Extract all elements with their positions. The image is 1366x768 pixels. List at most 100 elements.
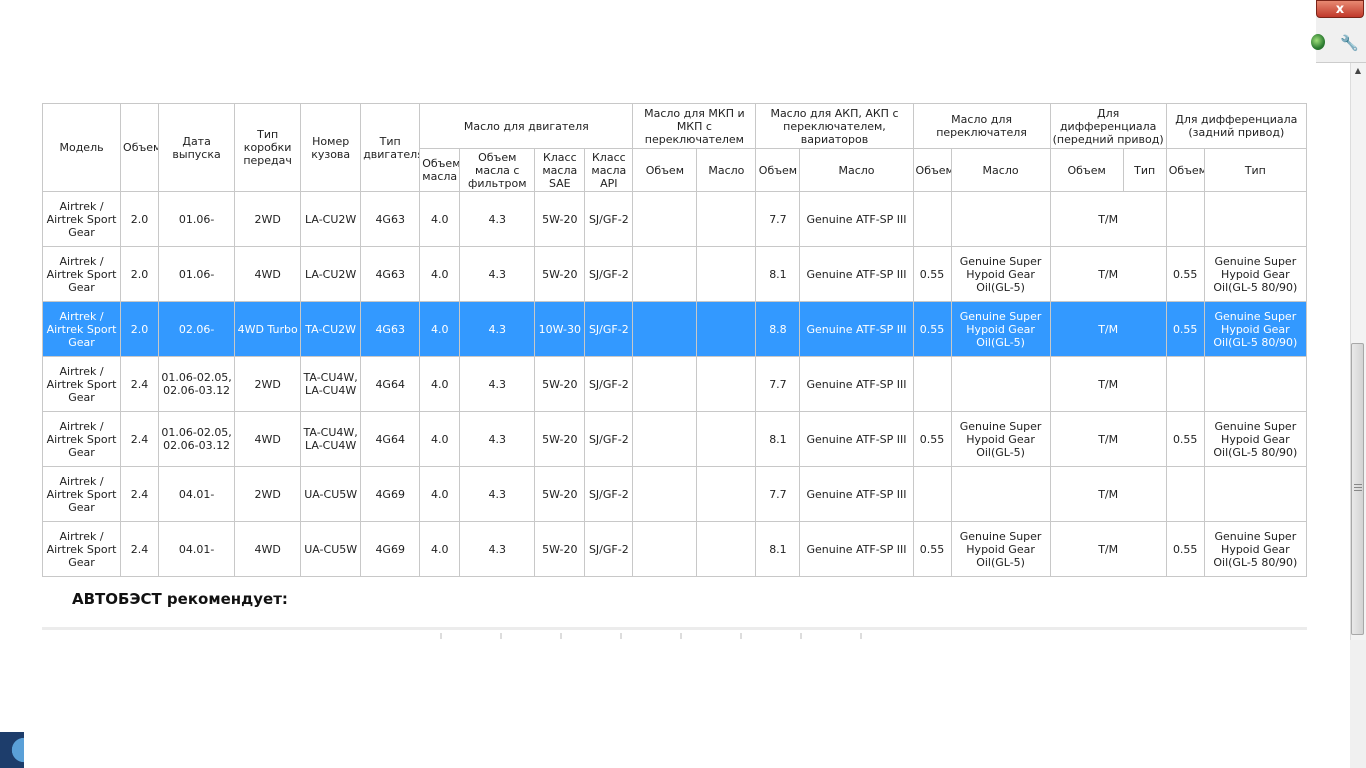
cell-rd-type: Genuine Super Hypoid Gear Oil(GL-5 80/90… bbox=[1203, 411, 1308, 467]
cell-tr-vol bbox=[912, 356, 952, 412]
cell-date: 02.06- bbox=[158, 301, 236, 357]
cell-date: 04.01- bbox=[158, 466, 236, 522]
header-body-number: Номер кузова bbox=[300, 103, 362, 192]
section-divider bbox=[42, 627, 1307, 630]
start-orb-icon[interactable] bbox=[0, 732, 24, 768]
cell-rd-vol: 0.55 bbox=[1165, 301, 1205, 357]
cell-tr-oil bbox=[950, 466, 1051, 522]
cell-at-vol: 7.7 bbox=[755, 466, 801, 522]
cell-eo-vol-f: 4.3 bbox=[459, 356, 536, 412]
cell-eo-vol-f: 4.3 bbox=[459, 191, 536, 247]
cell-model: Airtrek / Airtrek Sport Gear bbox=[41, 191, 122, 247]
header-rd-volume: Объем bbox=[1165, 148, 1205, 192]
header-rd-type: Тип bbox=[1203, 148, 1308, 192]
cell-api: SJ/GF-2 bbox=[584, 411, 634, 467]
cell-mt-oil bbox=[696, 521, 757, 577]
table-row[interactable]: Airtrek / Airtrek Sport Gear 2.0 01.06- 4WD… bbox=[41, 246, 1308, 302]
cell-mt-oil bbox=[696, 191, 757, 247]
cell-model: Airtrek / Airtrek Sport Gear bbox=[41, 301, 122, 357]
cell-fd: T/M bbox=[1049, 191, 1167, 247]
cell-model: Airtrek / Airtrek Sport Gear bbox=[41, 411, 122, 467]
cell-model: Airtrek / Airtrek Sport Gear bbox=[41, 466, 122, 522]
cell-engine: 4G64 bbox=[360, 411, 421, 467]
cell-tr-vol: 0.55 bbox=[912, 246, 952, 302]
cell-tr-vol: 0.55 bbox=[912, 411, 952, 467]
cell-vol: 2.0 bbox=[120, 191, 160, 247]
cell-body: TA-CU2W bbox=[300, 301, 362, 357]
cell-date: 01.06- bbox=[158, 246, 236, 302]
oil-specs-table: Модель Объем Дата выпуска Тип коробки пе… bbox=[41, 103, 1308, 577]
header-tr-volume: Объем bbox=[912, 148, 952, 192]
header-transfer-oil: Масло для переключателя bbox=[912, 103, 1051, 149]
cell-engine: 4G69 bbox=[360, 521, 421, 577]
cell-tr-oil: Genuine Super Hypoid Gear Oil(GL-5) bbox=[950, 246, 1051, 302]
header-eo-api: Класс масла API bbox=[584, 148, 634, 192]
header-eo-volume-filter: Объем масла с фильтром bbox=[459, 148, 536, 192]
cell-eo-vol-f: 4.3 bbox=[459, 246, 536, 302]
cell-mt-vol bbox=[632, 246, 698, 302]
cell-rd-type: Genuine Super Hypoid Gear Oil(GL-5 80/90… bbox=[1203, 521, 1308, 577]
cell-at-vol: 8.1 bbox=[755, 411, 801, 467]
cell-vol: 2.4 bbox=[120, 466, 160, 522]
scroll-up-arrow-icon[interactable]: ▲ bbox=[1350, 63, 1366, 79]
wrench-icon[interactable]: 🔧 bbox=[1340, 34, 1359, 52]
cell-eo-vol: 4.0 bbox=[419, 301, 461, 357]
table-row[interactable]: Airtrek / Airtrek Sport Gear 2.4 04.01- 4WD… bbox=[41, 521, 1308, 577]
cell-at-vol: 8.8 bbox=[755, 301, 801, 357]
cell-at-vol: 7.7 bbox=[755, 191, 801, 247]
header-fd-volume: Объем bbox=[1049, 148, 1124, 192]
cell-at-oil: Genuine ATF-SP III bbox=[799, 191, 914, 247]
cell-gear: 4WD bbox=[234, 246, 302, 302]
cell-fd: T/M bbox=[1049, 521, 1167, 577]
cell-eo-vol-f: 4.3 bbox=[459, 466, 536, 522]
table-row[interactable]: Airtrek / Airtrek Sport Gear 2.4 01.06-02.… bbox=[41, 356, 1308, 412]
cell-gear: 4WD bbox=[234, 521, 302, 577]
header-engine-oil: Масло для двигателя bbox=[419, 103, 634, 149]
cell-vol: 2.4 bbox=[120, 411, 160, 467]
cell-eo-vol: 4.0 bbox=[419, 356, 461, 412]
cell-rd-type bbox=[1203, 356, 1308, 412]
table-body: Airtrek / Airtrek Sport Gear 2.0 01.06- 2WD… bbox=[41, 191, 1308, 577]
cell-tr-oil: Genuine Super Hypoid Gear Oil(GL-5) bbox=[950, 521, 1051, 577]
cell-at-vol: 8.1 bbox=[755, 246, 801, 302]
table-row[interactable]: Airtrek / Airtrek Sport Gear 2.4 04.01- 2WD… bbox=[41, 466, 1308, 522]
cell-model: Airtrek / Airtrek Sport Gear bbox=[41, 246, 122, 302]
cell-sae: 5W-20 bbox=[534, 246, 586, 302]
cell-vol: 2.4 bbox=[120, 521, 160, 577]
cell-mt-oil bbox=[696, 246, 757, 302]
cell-gear: 2WD bbox=[234, 466, 302, 522]
cell-sae: 10W-30 bbox=[534, 301, 586, 357]
scrollbar-grip-icon bbox=[1354, 484, 1362, 493]
table-row[interactable]: Airtrek / Airtrek Sport Gear 2.4 01.06-02.… bbox=[41, 411, 1308, 467]
cell-at-vol: 7.7 bbox=[755, 356, 801, 412]
cell-rd-vol bbox=[1165, 356, 1205, 412]
cell-api: SJ/GF-2 bbox=[584, 246, 634, 302]
cell-eo-vol: 4.0 bbox=[419, 466, 461, 522]
cell-body: UA-CU5W bbox=[300, 521, 362, 577]
cell-body: UA-CU5W bbox=[300, 466, 362, 522]
cell-at-oil: Genuine ATF-SP III bbox=[799, 521, 914, 577]
header-fd-type: Тип bbox=[1122, 148, 1167, 192]
cell-vol: 2.0 bbox=[120, 246, 160, 302]
close-window-button[interactable]: x bbox=[1316, 0, 1364, 18]
cell-fd: T/M bbox=[1049, 466, 1167, 522]
scrollbar-bottom bbox=[1350, 640, 1366, 768]
cell-model: Airtrek / Airtrek Sport Gear bbox=[41, 356, 122, 412]
table-row[interactable]: Airtrek / Airtrek Sport Gear 2.0 02.06- 4WD… bbox=[41, 301, 1308, 357]
globe-icon[interactable] bbox=[1311, 34, 1325, 50]
cell-engine: 4G69 bbox=[360, 466, 421, 522]
cell-sae: 5W-20 bbox=[534, 411, 586, 467]
cell-mt-vol bbox=[632, 191, 698, 247]
header-gearbox-type: Тип коробки передач bbox=[234, 103, 302, 192]
recommend-heading: АВТОБЭСТ рекомендует: bbox=[72, 590, 288, 608]
cell-tr-oil: Genuine Super Hypoid Gear Oil(GL-5) bbox=[950, 301, 1051, 357]
header-release-date: Дата выпуска bbox=[158, 103, 236, 192]
cell-tr-vol: 0.55 bbox=[912, 301, 952, 357]
cell-rd-type bbox=[1203, 466, 1308, 522]
cell-api: SJ/GF-2 bbox=[584, 356, 634, 412]
header-tr-oil: Масло bbox=[950, 148, 1051, 192]
table-row[interactable]: Airtrek / Airtrek Sport Gear 2.0 01.06- 2WD… bbox=[41, 191, 1308, 247]
header-row-top: Модель Объем Дата выпуска Тип коробки пе… bbox=[41, 103, 1308, 192]
cell-api: SJ/GF-2 bbox=[584, 301, 634, 357]
cell-engine: 4G63 bbox=[360, 301, 421, 357]
